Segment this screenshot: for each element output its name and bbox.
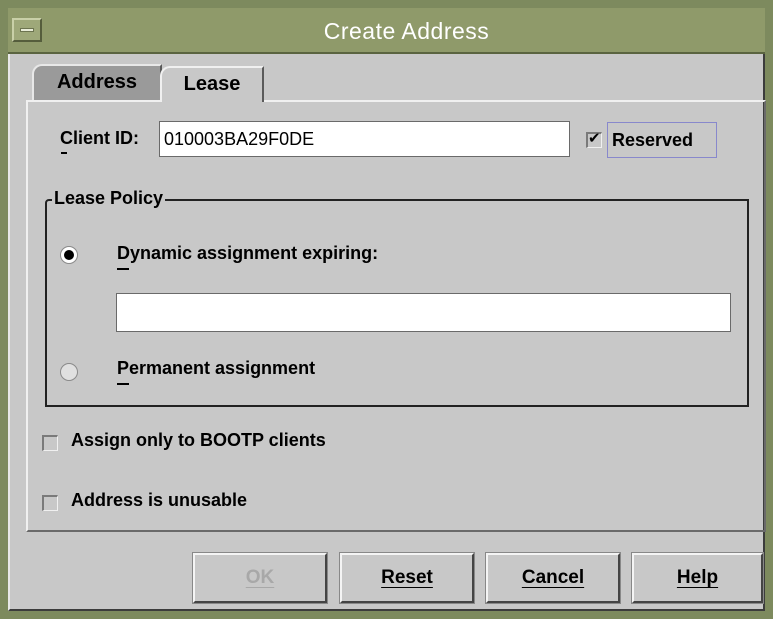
help-button[interactable]: Help <box>631 552 764 604</box>
ok-button[interactable]: OK <box>192 552 328 604</box>
lease-policy-legend: Lease Policy <box>52 188 166 209</box>
dynamic-assignment-label[interactable]: Dynamic assignment expiring: <box>117 243 378 264</box>
window-menu-icon <box>20 28 34 32</box>
tab-lease[interactable]: Lease <box>160 66 264 102</box>
permanent-mnemonic <box>117 383 129 385</box>
bootp-only-label[interactable]: Assign only to BOOTP clients <box>71 430 326 451</box>
window-menu-button[interactable] <box>12 18 42 42</box>
dialog-window: Create Address Address Lease Client ID: … <box>0 0 773 619</box>
tab-address[interactable]: Address <box>32 64 162 100</box>
client-id-mnemonic <box>61 152 67 154</box>
cancel-button[interactable]: Cancel <box>485 552 621 604</box>
unusable-label[interactable]: Address is unusable <box>71 490 247 511</box>
bootp-only-checkbox[interactable] <box>42 435 58 451</box>
expiry-field[interactable] <box>116 293 731 332</box>
dynamic-mnemonic <box>117 268 129 270</box>
client-id-label: Client ID: <box>60 128 139 148</box>
dynamic-assignment-radio[interactable] <box>60 246 78 264</box>
reset-button[interactable]: Reset <box>339 552 475 604</box>
client-id-field[interactable] <box>159 121 570 157</box>
reserved-checkbox[interactable] <box>586 129 602 148</box>
permanent-assignment-radio[interactable] <box>60 363 78 381</box>
reserved-label[interactable]: Reserved <box>607 122 717 158</box>
permanent-assignment-label[interactable]: Permanent assignment <box>117 358 315 379</box>
title-bar[interactable]: Create Address <box>8 8 765 54</box>
window-title: Create Address <box>323 18 490 44</box>
unusable-checkbox[interactable] <box>42 495 58 511</box>
